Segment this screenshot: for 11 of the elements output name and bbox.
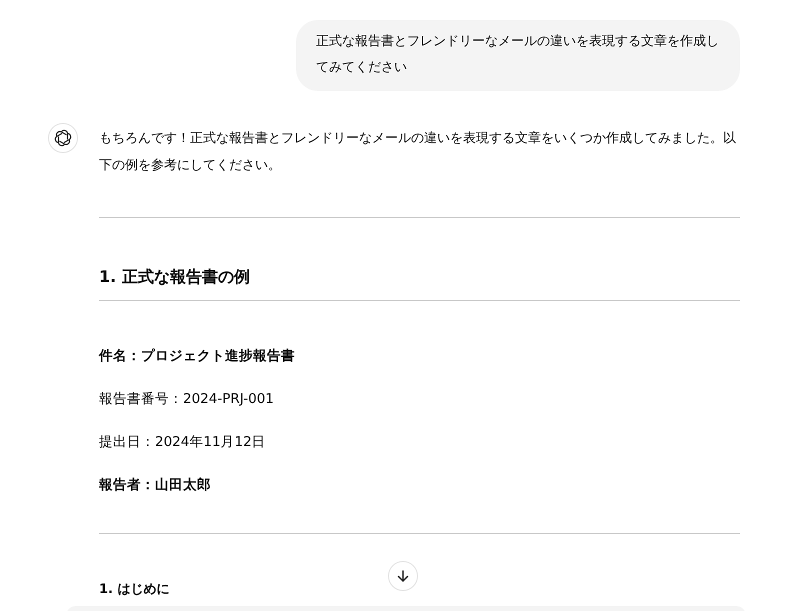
report-field: 提出日：2024年11月12日	[99, 431, 740, 453]
report-field: 件名：プロジェクト進捗報告書	[99, 345, 740, 367]
report-field: 報告者：山田太郎	[99, 474, 740, 496]
subsection-heading: 1. はじめに	[99, 581, 171, 599]
scroll-down-button[interactable]	[388, 561, 418, 591]
down-arrow-icon	[396, 569, 410, 583]
report-field: 報告書番号：2024-PRJ-001	[99, 388, 740, 410]
section-heading: 1. 正式な報告書の例	[99, 266, 251, 288]
user-message: 正式な報告書とフレンドリーなメールの違いを表現する文章を作成してみてください	[296, 20, 740, 91]
response-text: もちろんです！正式な報告書とフレンドリーなメールの違いを表現する文章をいくつか作成してみました。以下の例を参考にしてください。	[99, 130, 737, 175]
assistant-logo-icon	[48, 123, 78, 153]
